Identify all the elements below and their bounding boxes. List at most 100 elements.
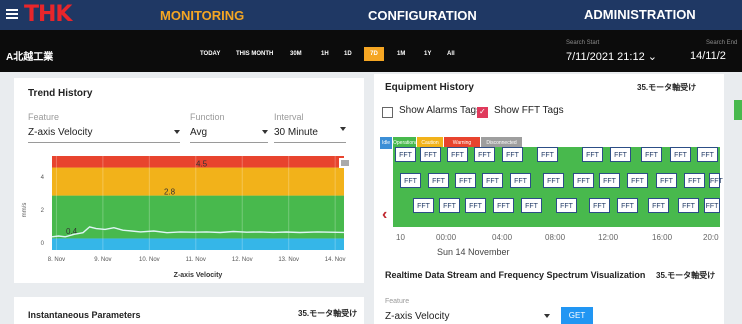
brand-logo: THK	[24, 2, 72, 27]
fft-tag[interactable]: FFT	[684, 173, 705, 188]
range-1m[interactable]: 1M	[394, 47, 408, 61]
x-tick-label: 10. Nov	[139, 257, 160, 263]
nav-configuration[interactable]: CONFIGURATION	[368, 8, 477, 23]
y-tick-label: 2	[41, 208, 45, 214]
fft-tag[interactable]: FFT	[556, 198, 577, 213]
fft-tag[interactable]: FFT	[465, 198, 486, 213]
fft-tag[interactable]: FFT	[510, 173, 531, 188]
range-1y[interactable]: 1Y	[421, 47, 434, 61]
feature-label: Feature	[28, 112, 60, 122]
timeline-tick-label: 16:00	[652, 233, 673, 242]
y-axis-label: mm/s	[22, 203, 28, 218]
search-start-field[interactable]: 7/11/2021 21:12 ⌄	[566, 50, 657, 63]
fft-tag[interactable]: FFT	[648, 198, 669, 213]
search-end-label: Search End	[706, 40, 738, 46]
fft-tag[interactable]: FFT	[610, 147, 631, 162]
show-fft-checkbox[interactable]	[477, 107, 488, 118]
trend-chart: 4.52.80.4024mm/s8. Nov 9. Nov 10. Nov 11. N…	[22, 156, 351, 279]
x-tick-label: 13. Nov	[278, 257, 299, 263]
chart-menu-icon[interactable]	[339, 158, 351, 168]
nav-administration[interactable]: ADMINISTRATION	[584, 7, 696, 22]
timeline-prev-icon[interactable]: ‹	[382, 206, 387, 224]
equipment-tag: 35.モータ軸受け	[637, 83, 697, 92]
threshold-label: 4.5	[196, 160, 208, 169]
fft-tag[interactable]: FFT	[413, 198, 434, 213]
fft-tag[interactable]: FFT	[704, 198, 720, 213]
y-tick-label: 0	[41, 241, 45, 247]
fft-tag[interactable]: FFT	[656, 173, 677, 188]
range-today[interactable]: TODAY	[197, 47, 223, 61]
show-fft-label: Show FFT Tags	[494, 105, 564, 116]
function-label: Function	[190, 112, 225, 122]
fft-tag[interactable]: FFT	[455, 173, 476, 188]
fft-tag[interactable]: FFT	[420, 147, 441, 162]
threshold-label: 2.8	[164, 188, 176, 197]
interval-select[interactable]: 30 Minute	[274, 127, 318, 138]
threshold-band	[52, 167, 344, 196]
range-1d[interactable]: 1D	[341, 47, 355, 61]
timeline-date: Sun 14 November	[437, 247, 510, 257]
fft-tag[interactable]: FFT	[537, 147, 558, 162]
range-7d[interactable]: 7D	[364, 47, 384, 61]
fft-tag[interactable]: FFT	[474, 147, 495, 162]
chevron-down-icon: ⌄	[647, 51, 657, 63]
y-tick-label: 4	[41, 175, 45, 181]
instantaneous-tag: 35.モータ軸受け	[298, 309, 358, 318]
fft-tag[interactable]: FFT	[543, 173, 564, 188]
timeline-tick-label: 04:00	[492, 233, 513, 242]
trend-history-title: Trend History	[28, 88, 93, 99]
fft-tag[interactable]: FFT	[521, 198, 542, 213]
nav-monitoring[interactable]: MONITORING	[160, 8, 244, 23]
feature-caret-icon	[174, 130, 180, 134]
fft-tag[interactable]: FFT	[589, 198, 610, 213]
fft-tag[interactable]: FFT	[709, 173, 723, 188]
legend-idle: Idle	[380, 137, 392, 149]
x-tick-label: 11. Nov	[186, 257, 206, 263]
show-alarms-label: Show Alarms Tags	[399, 105, 482, 116]
fft-tag[interactable]: FFT	[678, 198, 699, 213]
fft-tag[interactable]: FFT	[502, 147, 523, 162]
timeline-tick-label: 10	[396, 233, 405, 242]
range-30m[interactable]: 30M	[287, 47, 305, 61]
fft-tag[interactable]: FFT	[447, 147, 468, 162]
feature-select[interactable]: Z-axis Velocity	[28, 127, 92, 138]
fft-tag[interactable]: FFT	[482, 173, 503, 188]
realtime-feature-select[interactable]: Z-axis Velocity	[385, 311, 449, 322]
search-end-field[interactable]: 14/11/2	[690, 50, 726, 62]
threshold-band	[52, 238, 344, 250]
timeline-tick-label: 00:00	[436, 233, 457, 242]
timeline-tick-label: 12:00	[598, 233, 619, 242]
fft-tag[interactable]: FFT	[670, 147, 691, 162]
fft-tag[interactable]: FFT	[395, 147, 416, 162]
fft-tag[interactable]: FFT	[697, 147, 718, 162]
fft-tag[interactable]: FFT	[400, 173, 421, 188]
fft-tag[interactable]: FFT	[428, 173, 449, 188]
fft-tag[interactable]: FFT	[599, 173, 620, 188]
range-all[interactable]: All	[444, 47, 458, 61]
realtime-title: Realtime Data Stream and Frequency Spect…	[385, 270, 646, 280]
x-tick-label: 14. Nov	[325, 257, 346, 263]
hamburger-menu-icon[interactable]	[6, 9, 18, 19]
search-start-label: Search Start	[566, 40, 600, 46]
fft-tag[interactable]: FFT	[627, 173, 648, 188]
plant-name: A北越工業	[6, 52, 54, 63]
equipment-history-title: Equipment History	[385, 82, 474, 93]
fft-tag[interactable]: FFT	[439, 198, 460, 213]
fft-tag[interactable]: FFT	[573, 173, 594, 188]
range-this-month[interactable]: THIS MONTH	[233, 47, 276, 61]
range-1h[interactable]: 1H	[318, 47, 332, 61]
instantaneous-title: Instantaneous Parameters	[28, 310, 141, 320]
get-button[interactable]: GET	[561, 307, 593, 324]
timeline-tick-label: 20:0	[703, 233, 719, 242]
function-caret-icon	[262, 130, 268, 134]
fft-tag[interactable]: FFT	[493, 198, 514, 213]
timeline-tick-label: 08:00	[545, 233, 566, 242]
fft-tag[interactable]: FFT	[582, 147, 603, 162]
show-alarms-checkbox[interactable]	[382, 107, 393, 118]
function-select[interactable]: Avg	[190, 127, 207, 138]
side-indicator	[734, 100, 742, 120]
fft-tag[interactable]: FFT	[617, 198, 638, 213]
realtime-feature-caret-icon	[544, 314, 550, 318]
realtime-feature-label: Feature	[385, 298, 410, 305]
fft-tag[interactable]: FFT	[641, 147, 662, 162]
